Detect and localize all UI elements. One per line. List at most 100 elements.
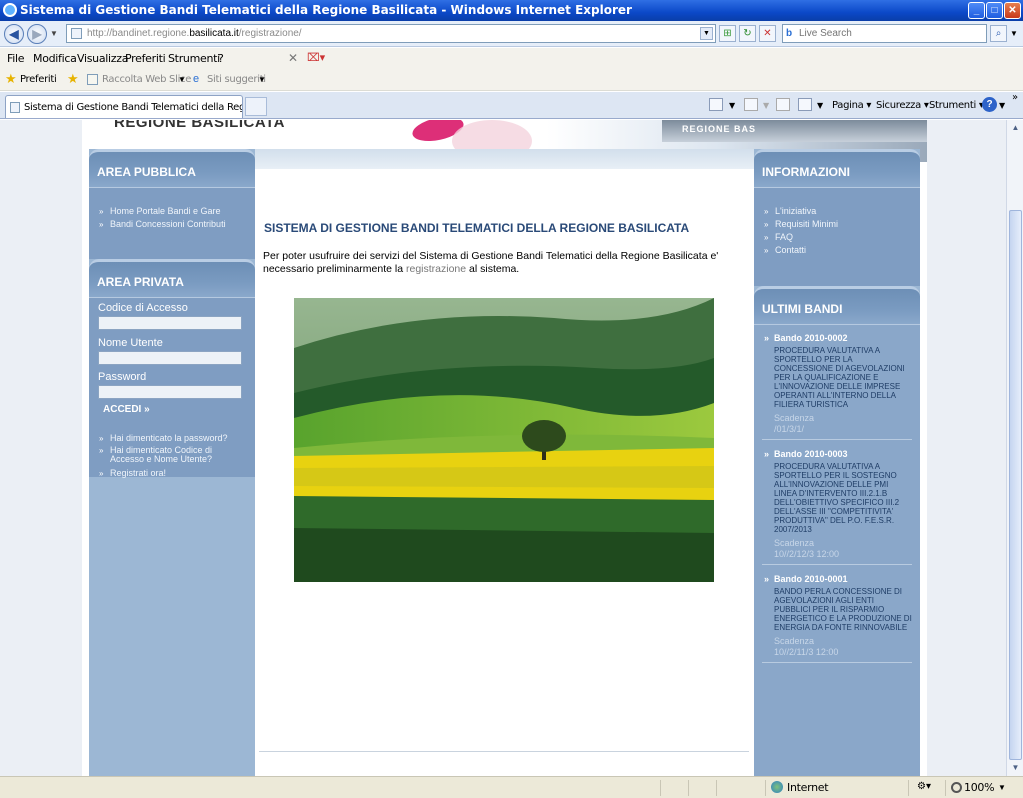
scroll-thumb[interactable] [1009, 210, 1022, 760]
informazioni-title: INFORMAZIONI [762, 165, 850, 179]
menu-help[interactable]: ? [218, 52, 224, 65]
help-icon[interactable]: ? [982, 97, 997, 112]
bando-description[interactable]: PROCEDURA VALUTATIVA A SPORTELLO PER IL … [762, 462, 912, 534]
bando-code-link[interactable]: Bando 2010-0001 [762, 574, 912, 584]
bando-description[interactable]: PROCEDURA VALUTATIVA A SPORTELLO PER LA … [762, 346, 912, 409]
search-box[interactable]: b [782, 24, 987, 43]
link-forgot-credentials[interactable]: Hai dimenticato Codice di Accesso e Nome… [99, 446, 247, 464]
url-field[interactable]: http://bandinet.regione.basilicata.it/re… [66, 24, 716, 43]
link-bandi-concessioni[interactable]: Bandi Concessioni Contributi [99, 218, 226, 231]
informazioni-header: INFORMAZIONI [754, 149, 920, 187]
web-slice-dropdown-icon[interactable]: ▼ [178, 75, 186, 84]
codice-input[interactable] [98, 316, 242, 330]
zoom-level[interactable]: 100% [964, 781, 995, 794]
feeds-dropdown-icon[interactable]: ▼ [763, 101, 769, 110]
vertical-scrollbar[interactable]: ▲ ▼ [1006, 120, 1023, 776]
search-go-icon[interactable]: ⌕ [990, 25, 1007, 42]
status-divider [765, 780, 766, 796]
print-dropdown-icon[interactable]: ▼ [817, 101, 823, 110]
deadline-value: 10//2/12/3 12:00 [774, 549, 840, 559]
live-search-icon: b [786, 28, 793, 39]
menu-file[interactable]: File [7, 52, 25, 65]
menu-preferiti[interactable]: Preferiti [125, 52, 166, 65]
close-menu-icon[interactable]: ✕ [288, 51, 298, 65]
favorites-star-icon: ★ [5, 71, 17, 86]
area-privata-body: Codice di Accesso Nome Utente Password A… [89, 297, 255, 480]
utente-input[interactable] [98, 351, 242, 365]
registration-link[interactable]: registrazione [406, 263, 466, 275]
login-button[interactable]: ACCEDI » [103, 404, 150, 415]
password-input[interactable] [98, 385, 242, 399]
mail-icon[interactable] [776, 98, 790, 111]
protected-mode-icon[interactable]: ⚙▾ [917, 781, 931, 792]
url-dropdown-icon[interactable]: ▼ [700, 27, 713, 40]
suggested-sites[interactable]: Siti suggeriti [207, 74, 266, 85]
link-register[interactable]: Registrati ora! [99, 467, 247, 480]
status-divider [660, 780, 661, 796]
tab-page-icon [10, 102, 20, 113]
link-home-portale[interactable]: Home Portale Bandi e Gare [99, 205, 226, 218]
bando-description[interactable]: BANDO PERLA CONCESSIONE DI AGEVOLAZIONI … [762, 587, 912, 632]
tab-active[interactable]: Sistema di Gestione Bandi Telematici del… [5, 95, 243, 118]
link-iniziativa[interactable]: L'iniziativa [764, 205, 838, 218]
menu-visualizza[interactable]: Visualizza [77, 52, 128, 65]
history-dropdown-icon[interactable]: ▼ [50, 29, 58, 38]
right-sidebar: INFORMAZIONI L'iniziativa Requisiti Mini… [754, 149, 920, 776]
zoom-dropdown-icon[interactable]: ▼ [998, 783, 1006, 792]
page-icon [71, 28, 82, 39]
favorites-button[interactable]: Preferiti [20, 74, 57, 85]
security-menu[interactable]: Sicurezza ▾ [876, 100, 929, 111]
compatibility-icon[interactable]: ⊞ [719, 25, 736, 42]
bando-separator [762, 662, 912, 663]
building-sign: REGIONE BAS [682, 124, 757, 134]
ie-logo-icon [3, 3, 17, 17]
status-bar: Internet ⚙▾ 100% ▼ [0, 776, 1023, 798]
translate-icon[interactable]: ⌧▾ [307, 51, 325, 64]
maximize-button[interactable]: □ [986, 2, 1003, 19]
utente-label: Nome Utente [98, 337, 163, 349]
favorites-bar: ★ Preferiti ★ Raccolta Web Slice ▼ e Sit… [0, 68, 1023, 91]
intro-text: Per poter usufruire dei servizi del Sist… [263, 250, 719, 275]
landscape-photo [294, 298, 714, 582]
bando-code-link[interactable]: Bando 2010-0002 [762, 333, 912, 343]
deadline-value: 10//2/11/3 12:00 [774, 647, 839, 657]
area-pubblica-title: AREA PUBBLICA [97, 165, 196, 179]
tools-menu[interactable]: Strumenti ▾ [929, 100, 984, 111]
back-button[interactable]: ◀ [4, 24, 24, 44]
refresh-icon[interactable]: ↻ [739, 25, 756, 42]
link-contatti[interactable]: Contatti [764, 244, 838, 257]
link-forgot-password[interactable]: Hai dimenticato la password? [99, 432, 247, 445]
home-icon[interactable] [709, 98, 723, 111]
close-window-button[interactable]: ✕ [1004, 2, 1021, 19]
feeds-icon[interactable] [744, 98, 758, 111]
add-favorite-icon[interactable]: ★ [67, 71, 79, 87]
search-options-icon[interactable]: ▼ [1010, 29, 1018, 38]
deadline-value: /01/3/1/ [774, 424, 805, 434]
home-dropdown-icon[interactable]: ▼ [729, 101, 735, 110]
window-titlebar: Sistema di Gestione Bandi Telematici del… [0, 0, 1023, 21]
content-header-strip [255, 149, 754, 169]
status-divider [945, 780, 946, 796]
site-name: REGIONE BASILICATA [114, 120, 285, 131]
new-tab-button[interactable] [245, 97, 267, 116]
scroll-down-icon[interactable]: ▼ [1009, 761, 1022, 774]
menu-modifica[interactable]: Modifica [33, 52, 77, 65]
scroll-up-icon[interactable]: ▲ [1009, 121, 1022, 134]
address-bar: ◀ ▶ ▼ http://bandinet.regione.basilicata… [0, 21, 1023, 47]
search-input[interactable] [799, 27, 979, 40]
bando-item: Bando 2010-0001 BANDO PERLA CONCESSIONE … [762, 574, 912, 663]
codice-label: Codice di Accesso [98, 302, 188, 314]
page-menu[interactable]: Pagina ▾ [832, 100, 871, 111]
stop-icon[interactable]: ✕ [759, 25, 776, 42]
menu-strumenti[interactable]: Strumenti [168, 52, 220, 65]
chevron-more-icon[interactable]: » [1012, 92, 1018, 103]
forward-button[interactable]: ▶ [27, 24, 47, 44]
print-icon[interactable] [798, 98, 812, 111]
link-requisiti[interactable]: Requisiti Minimi [764, 218, 838, 231]
minimize-button[interactable]: _ [968, 2, 985, 19]
security-zone: Internet [787, 781, 829, 794]
bando-code-link[interactable]: Bando 2010-0003 [762, 449, 912, 459]
link-faq[interactable]: FAQ [764, 231, 838, 244]
help-dropdown-icon[interactable]: ▼ [999, 101, 1005, 110]
suggested-sites-dropdown-icon[interactable]: ▼ [258, 75, 266, 84]
